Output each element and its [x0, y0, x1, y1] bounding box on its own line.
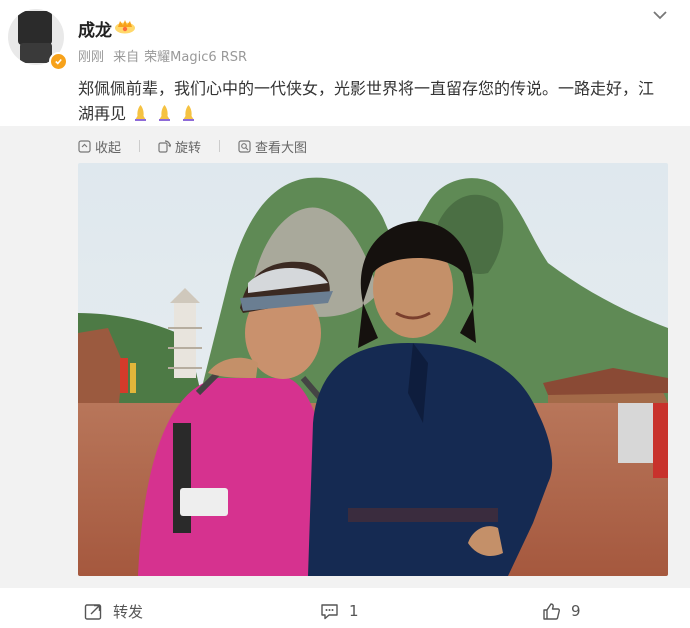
post-time: 刚刚 [78, 50, 105, 65]
collapse-button[interactable]: 收起 [78, 137, 121, 156]
image-toolbar: 收起 旋转 查看大图 [78, 137, 325, 156]
post-text-line2: 湖再见 [78, 104, 127, 123]
comment-icon [321, 603, 338, 619]
repost-button[interactable]: 转发 [84, 594, 143, 628]
view-large-label: 查看大图 [255, 140, 308, 156]
like-button[interactable]: 9 [542, 594, 581, 628]
collapse-icon [78, 139, 91, 153]
comment-button[interactable]: 1 [320, 594, 359, 628]
rotate-label: 旋转 [175, 140, 202, 156]
prayer-emoji-icon [183, 105, 195, 121]
repost-label: 转发 [113, 602, 144, 621]
source-prefix: 来自 [113, 50, 140, 65]
toolbar-divider [219, 140, 221, 152]
prayer-emoji-icon [159, 105, 171, 121]
comment-count: 1 [349, 602, 359, 620]
like-count: 9 [571, 602, 581, 620]
verified-badge-icon [49, 52, 68, 71]
chevron-down-icon[interactable] [652, 8, 668, 22]
view-large-icon [238, 139, 251, 153]
post-actions: 转发 1 9 [0, 594, 690, 628]
user-name[interactable]: 成龙 [78, 16, 112, 41]
post-meta: 刚刚 来自 荣耀Magic6 RSR [78, 46, 252, 65]
share-icon [84, 603, 102, 620]
prayer-emoji-icon [135, 105, 147, 121]
weibo-post-card: 成龙 刚刚 来自 荣耀Magic6 RSR 郑佩佩前辈，我们心中的一代侠女，光影世… [0, 0, 690, 628]
post-source: 荣耀Magic6 RSR [144, 50, 248, 65]
crown-badge-icon[interactable] [114, 18, 136, 34]
thumbs-up-icon [543, 602, 560, 620]
post-photo[interactable] [78, 163, 668, 576]
post-text: 郑佩佩前辈，我们心中的一代侠女，光影世界将一直留存您的传说。一路走好，江 湖再见 [78, 76, 672, 126]
rotate-icon [158, 139, 172, 153]
toolbar-divider [139, 140, 141, 152]
rotate-button[interactable]: 旋转 [158, 137, 201, 156]
post-text-line1: 郑佩佩前辈，我们心中的一代侠女，光影世界将一直留存您的传说。一路走好，江 [78, 79, 655, 98]
collapse-label: 收起 [95, 140, 122, 156]
view-large-button[interactable]: 查看大图 [238, 137, 307, 156]
